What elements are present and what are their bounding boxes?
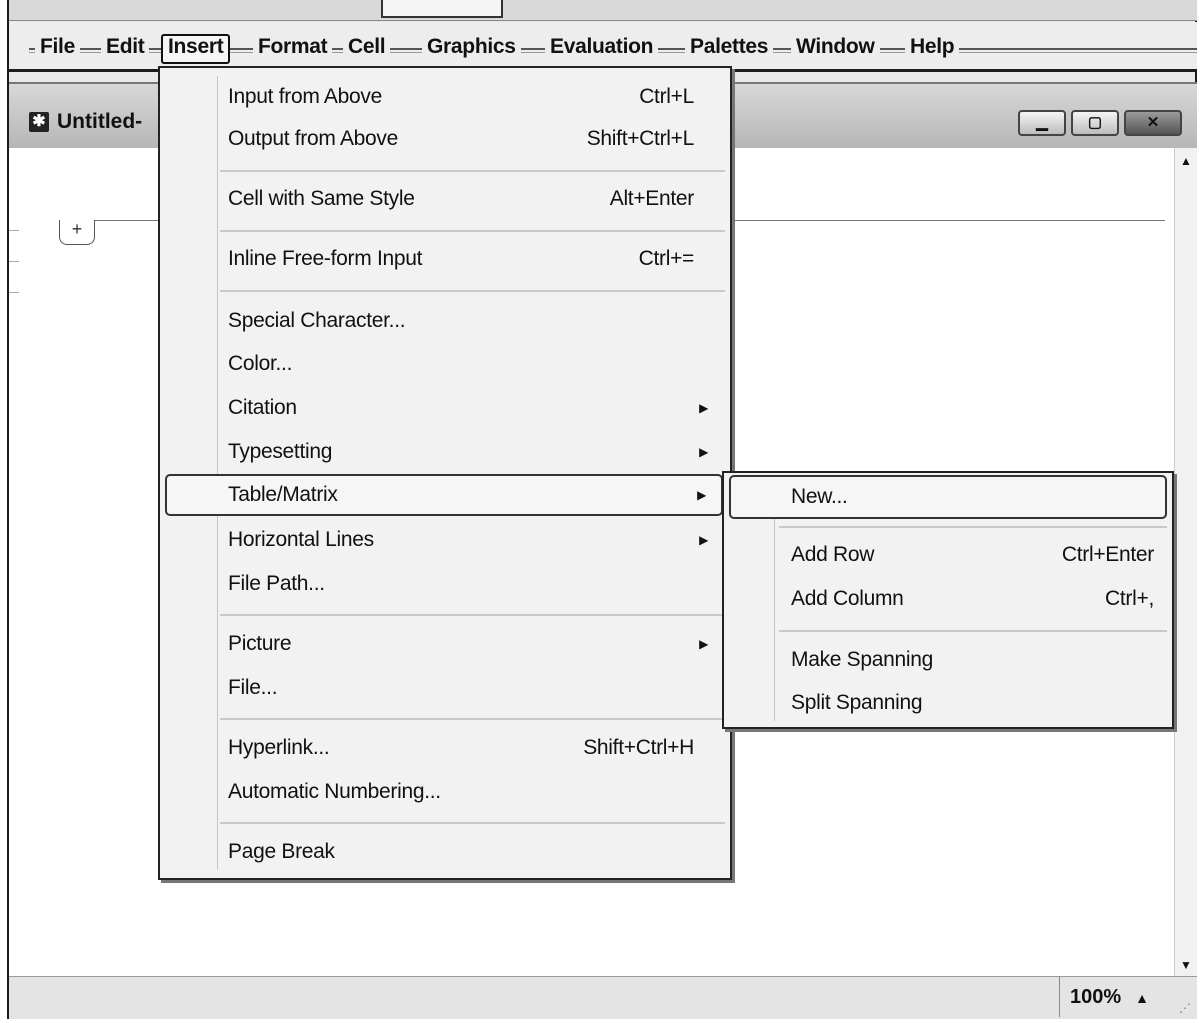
- maximize-icon: ▢: [1087, 114, 1103, 131]
- app-title-strip: [9, 0, 1197, 21]
- menu-item-label: Citation: [228, 396, 297, 419]
- minimize-button[interactable]: ▁: [1018, 110, 1066, 136]
- menu-item-hyperlink[interactable]: Hyperlink... Shift+Ctrl+H: [160, 727, 730, 769]
- submenu-item-label: New...: [791, 485, 848, 508]
- resize-grip-icon[interactable]: ⋰: [1179, 1001, 1191, 1015]
- menu-graphics[interactable]: Graphics: [422, 34, 521, 60]
- menu-separator: [220, 230, 725, 232]
- menu-item-page-break[interactable]: Page Break: [160, 831, 730, 873]
- menu-item-label: Table/Matrix: [228, 483, 338, 506]
- window-controls: ▁ ▢ ✕: [1018, 110, 1182, 136]
- cell-insertion-point[interactable]: +: [59, 220, 95, 245]
- menu-item-citation[interactable]: Citation ▶: [160, 387, 730, 429]
- close-icon: ✕: [1146, 114, 1160, 131]
- submenu-separator: [779, 630, 1167, 632]
- menu-item-shortcut: Shift+Ctrl+L: [586, 127, 695, 150]
- menu-item-label: Horizontal Lines: [228, 528, 374, 551]
- submenu-item-shortcut: Ctrl+Enter: [1061, 543, 1154, 566]
- menu-item-label: Special Character...: [228, 309, 406, 332]
- menu-item-file[interactable]: File...: [160, 667, 730, 709]
- menu-item-label: Typesetting: [228, 440, 333, 463]
- menu-cell[interactable]: Cell: [343, 34, 391, 60]
- menu-item-label: File Path...: [228, 572, 325, 595]
- submenu-separator: [779, 526, 1167, 528]
- scroll-up-icon[interactable]: ▲: [1180, 154, 1192, 168]
- submenu-arrow-icon: ▶: [699, 533, 708, 547]
- submenu-arrow-icon: ▶: [699, 445, 708, 459]
- menu-item-label: Automatic Numbering...: [228, 780, 441, 803]
- menu-separator: [220, 170, 725, 172]
- menu-item-table-matrix[interactable]: Table/Matrix ▶: [165, 474, 723, 516]
- menu-palettes[interactable]: Palettes: [685, 34, 774, 60]
- close-button[interactable]: ✕: [1124, 110, 1182, 136]
- vertical-scrollbar[interactable]: ▲ ▼: [1174, 148, 1197, 978]
- menu-item-label: Page Break: [228, 840, 335, 863]
- minimize-icon: ▁: [1036, 114, 1048, 131]
- menu-item-picture[interactable]: Picture ▶: [160, 623, 730, 665]
- menu-item-label: Output from Above: [228, 127, 398, 150]
- menu-help[interactable]: Help: [905, 34, 960, 60]
- menu-item-label: Inline Free-form Input: [228, 247, 423, 270]
- menu-item-output-from-above[interactable]: Output from Above Shift+Ctrl+L: [160, 118, 730, 160]
- menu-item-special-character[interactable]: Special Character...: [160, 300, 730, 342]
- menu-item-label: Cell with Same Style: [228, 187, 415, 210]
- menu-item-color[interactable]: Color...: [160, 343, 730, 385]
- menu-item-inline-freeform-input[interactable]: Inline Free-form Input Ctrl+=: [160, 238, 730, 280]
- menu-item-label: File...: [228, 676, 278, 699]
- menu-separator: [220, 614, 725, 616]
- menu-item-file-path[interactable]: File Path...: [160, 563, 730, 605]
- scroll-down-icon[interactable]: ▼: [1180, 958, 1192, 972]
- submenu-item-add-column[interactable]: Add Column Ctrl+,: [724, 577, 1172, 621]
- menu-item-label: Picture: [228, 632, 292, 655]
- zoom-control[interactable]: 100% ▲: [1059, 977, 1159, 1017]
- menu-item-input-from-above[interactable]: Input from Above Ctrl+L: [160, 76, 730, 118]
- maximize-button[interactable]: ▢: [1071, 110, 1119, 136]
- menu-item-label: Color...: [228, 352, 293, 375]
- menu-item-horizontal-lines[interactable]: Horizontal Lines ▶: [160, 519, 730, 561]
- menu-item-shortcut: Shift+Ctrl+H: [583, 736, 694, 759]
- menu-item-typesetting[interactable]: Typesetting ▶: [160, 431, 730, 473]
- notebook-title-text: Untitled-: [57, 110, 143, 133]
- menu-edit[interactable]: Edit: [101, 34, 150, 60]
- submenu-item-split-spanning[interactable]: Split Spanning: [724, 681, 1172, 725]
- menu-item-cell-with-same-style[interactable]: Cell with Same Style Alt+Enter: [160, 178, 730, 220]
- submenu-arrow-icon: ▶: [697, 488, 706, 502]
- menu-separator: [220, 290, 725, 292]
- menu-format[interactable]: Format: [253, 34, 333, 60]
- submenu-arrow-icon: ▶: [699, 401, 708, 415]
- zoom-up-arrow-icon[interactable]: ▲: [1135, 990, 1149, 1006]
- menu-bar: File Edit Insert Format Cell Graphics Ev…: [9, 22, 1197, 72]
- title-tab: [381, 0, 503, 18]
- menu-separator: [220, 822, 725, 824]
- status-bar: 100% ▲ ⋰: [9, 976, 1197, 1019]
- menu-item-automatic-numbering[interactable]: Automatic Numbering...: [160, 771, 730, 813]
- menu-evaluation[interactable]: Evaluation: [545, 34, 659, 60]
- submenu-item-add-row[interactable]: Add Row Ctrl+Enter: [724, 533, 1172, 577]
- left-ruler-marks: [9, 230, 19, 330]
- submenu-item-label: Split Spanning: [791, 691, 923, 714]
- submenu-item-label: Make Spanning: [791, 648, 934, 671]
- submenu-item-label: Add Column: [791, 587, 904, 610]
- menu-item-shortcut: Ctrl+L: [639, 85, 694, 108]
- submenu-item-new[interactable]: New...: [729, 475, 1167, 519]
- table-matrix-submenu: New... Add Row Ctrl+Enter Add Column Ctr…: [722, 471, 1174, 729]
- menu-item-shortcut: Ctrl+=: [638, 247, 695, 270]
- menu-separator: [220, 718, 725, 720]
- submenu-arrow-icon: ▶: [699, 637, 708, 651]
- menu-window[interactable]: Window: [791, 34, 880, 60]
- zoom-value: 100%: [1070, 986, 1122, 1008]
- menu-item-shortcut: Alt+Enter: [609, 187, 695, 210]
- insert-menu: Input from Above Ctrl+L Output from Abov…: [158, 66, 732, 880]
- menu-item-label: Hyperlink...: [228, 736, 330, 759]
- menu-insert[interactable]: Insert: [161, 34, 231, 64]
- menu-item-label: Input from Above: [228, 85, 382, 108]
- notebook-cog-icon: ✱: [29, 112, 49, 132]
- menu-file[interactable]: File: [35, 34, 80, 60]
- submenu-item-make-spanning[interactable]: Make Spanning: [724, 638, 1172, 682]
- submenu-item-label: Add Row: [791, 543, 875, 566]
- notebook-title: ✱ Untitled-: [29, 110, 142, 134]
- submenu-item-shortcut: Ctrl+,: [1105, 587, 1154, 610]
